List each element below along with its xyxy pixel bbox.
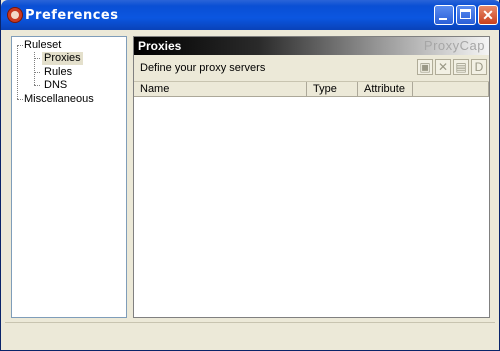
proxies-panel: Proxies ProxyCap Define your proxy serve… (133, 36, 490, 318)
properties-icon: ▤ (455, 60, 467, 74)
settings-tree: Ruleset Proxies Rules DNS Miscellaneous (11, 36, 127, 318)
maximize-icon (460, 9, 471, 19)
new-proxy-button[interactable]: ▣ (417, 59, 433, 75)
tree-connector (17, 99, 23, 100)
tree-connector (17, 45, 18, 99)
maximize-button[interactable] (456, 5, 476, 25)
d-button[interactable]: D (471, 59, 487, 75)
bottom-bar (5, 322, 495, 347)
tree-connector (34, 85, 40, 86)
panel-description: Define your proxy servers (140, 62, 266, 74)
tree-connector (34, 72, 40, 73)
delete-proxy-button[interactable]: ✕ (435, 59, 451, 75)
close-button[interactable]: ✕ (478, 5, 498, 25)
column-header-name[interactable]: Name (134, 82, 307, 97)
panel-header: Proxies ProxyCap (134, 37, 489, 55)
column-header-attribute[interactable]: Attribute (358, 82, 413, 97)
brand-label: ProxyCap (423, 38, 485, 53)
proxycap-icon (7, 7, 23, 23)
proxy-properties-button[interactable]: ▤ (453, 59, 469, 75)
new-proxy-icon: ▣ (419, 60, 431, 74)
tree-connector (34, 52, 35, 85)
window-title: Preferences (25, 8, 119, 23)
delete-icon: ✕ (437, 60, 449, 74)
tree-item-dns[interactable]: DNS (44, 79, 67, 92)
minimize-button[interactable] (434, 5, 454, 25)
tree-item-miscellaneous[interactable]: Miscellaneous (24, 93, 94, 106)
tree-item-rules[interactable]: Rules (44, 66, 72, 79)
tree-item-proxies[interactable]: Proxies (42, 52, 83, 65)
preferences-window: Preferences ✕ Ruleset Proxies Rules DNS … (0, 0, 500, 351)
column-header-extra (413, 82, 489, 97)
title-bar[interactable]: Preferences ✕ (1, 0, 500, 30)
close-icon: ✕ (482, 7, 494, 23)
tree-connector (17, 45, 23, 46)
proxy-list[interactable] (134, 97, 489, 317)
tree-connector (34, 58, 40, 59)
panel-title: Proxies (138, 39, 182, 53)
column-header-type[interactable]: Type (307, 82, 358, 97)
proxies-toolbar: Define your proxy servers ▣ ✕ ▤ D (134, 55, 489, 82)
tree-item-ruleset[interactable]: Ruleset (24, 39, 61, 52)
d-icon: D (474, 60, 484, 74)
minimize-icon (439, 18, 447, 20)
